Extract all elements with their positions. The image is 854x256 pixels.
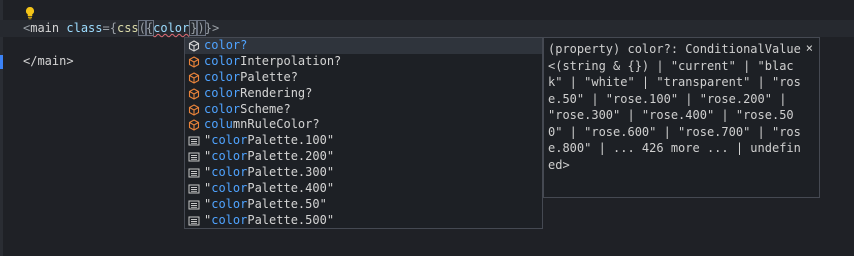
suggestion-item[interactable]: color Palette?: [185, 70, 542, 86]
suggestion-item[interactable]: colu mnRuleColor?: [185, 117, 542, 133]
doc-line: e.50" | "rose.100" | "rose.200" |: [548, 91, 787, 106]
property-icon: [188, 72, 200, 84]
suggestion-item[interactable]: col or?: [185, 38, 542, 54]
doc-line: 0" | "rose.600" | "rose.700" | "ros: [548, 124, 801, 139]
doc-line: e.800" | ... 426 more ... | undefin: [548, 141, 801, 155]
property-icon: [188, 40, 200, 52]
suggestion-item[interactable]: color Scheme?: [185, 102, 542, 118]
doc-line: "rose.300" | "rose.400" | "rose.50: [548, 108, 794, 122]
doc-line: (property) color?: ConditionalValue: [548, 42, 801, 56]
suggestion-item[interactable]: " color Palette.300": [185, 165, 542, 181]
text-icon: [188, 184, 200, 194]
gutter: [0, 0, 3, 256]
gutter-change-marker: [0, 55, 3, 69]
doc-line: k" | "white" | "transparent" | "ros: [548, 75, 801, 89]
property-icon: [188, 56, 200, 68]
suggestion-item[interactable]: color Rendering?: [185, 86, 542, 102]
suggestion-list[interactable]: col or? color Interpolation? color Palette?…: [184, 37, 543, 229]
text-icon: [188, 152, 200, 162]
suggestion-item[interactable]: " color Palette.50": [185, 197, 542, 213]
suggestion-item[interactable]: " color Palette.500": [185, 213, 542, 229]
doc-line: <(string & {}) | "current" | "blac: [548, 58, 794, 73]
text-icon: [188, 216, 200, 226]
property-icon: [188, 87, 200, 100]
code-line-1[interactable]: <main class={css({color})}>: [23, 20, 219, 37]
text-icon: [188, 136, 200, 146]
documentation-panel: × (property) color?: ConditionalValue <(…: [543, 37, 820, 198]
typed-word: color: [153, 21, 190, 35]
doc-line: ed>: [548, 157, 570, 172]
suggestion-item[interactable]: " color Palette.200": [185, 149, 542, 165]
text-icon: [188, 200, 200, 210]
close-icon[interactable]: ×: [806, 41, 813, 55]
property-icon: [188, 103, 200, 116]
suggestion-item[interactable]: " color Palette.400": [185, 181, 542, 197]
suggestion-item[interactable]: color Interpolation?: [185, 54, 542, 70]
property-icon: [188, 119, 200, 132]
suggestion-item[interactable]: " color Palette.100": [185, 133, 542, 149]
text-icon: [188, 168, 200, 178]
code-line-2[interactable]: </main>: [23, 53, 74, 70]
lightbulb-icon[interactable]: [24, 6, 36, 20]
